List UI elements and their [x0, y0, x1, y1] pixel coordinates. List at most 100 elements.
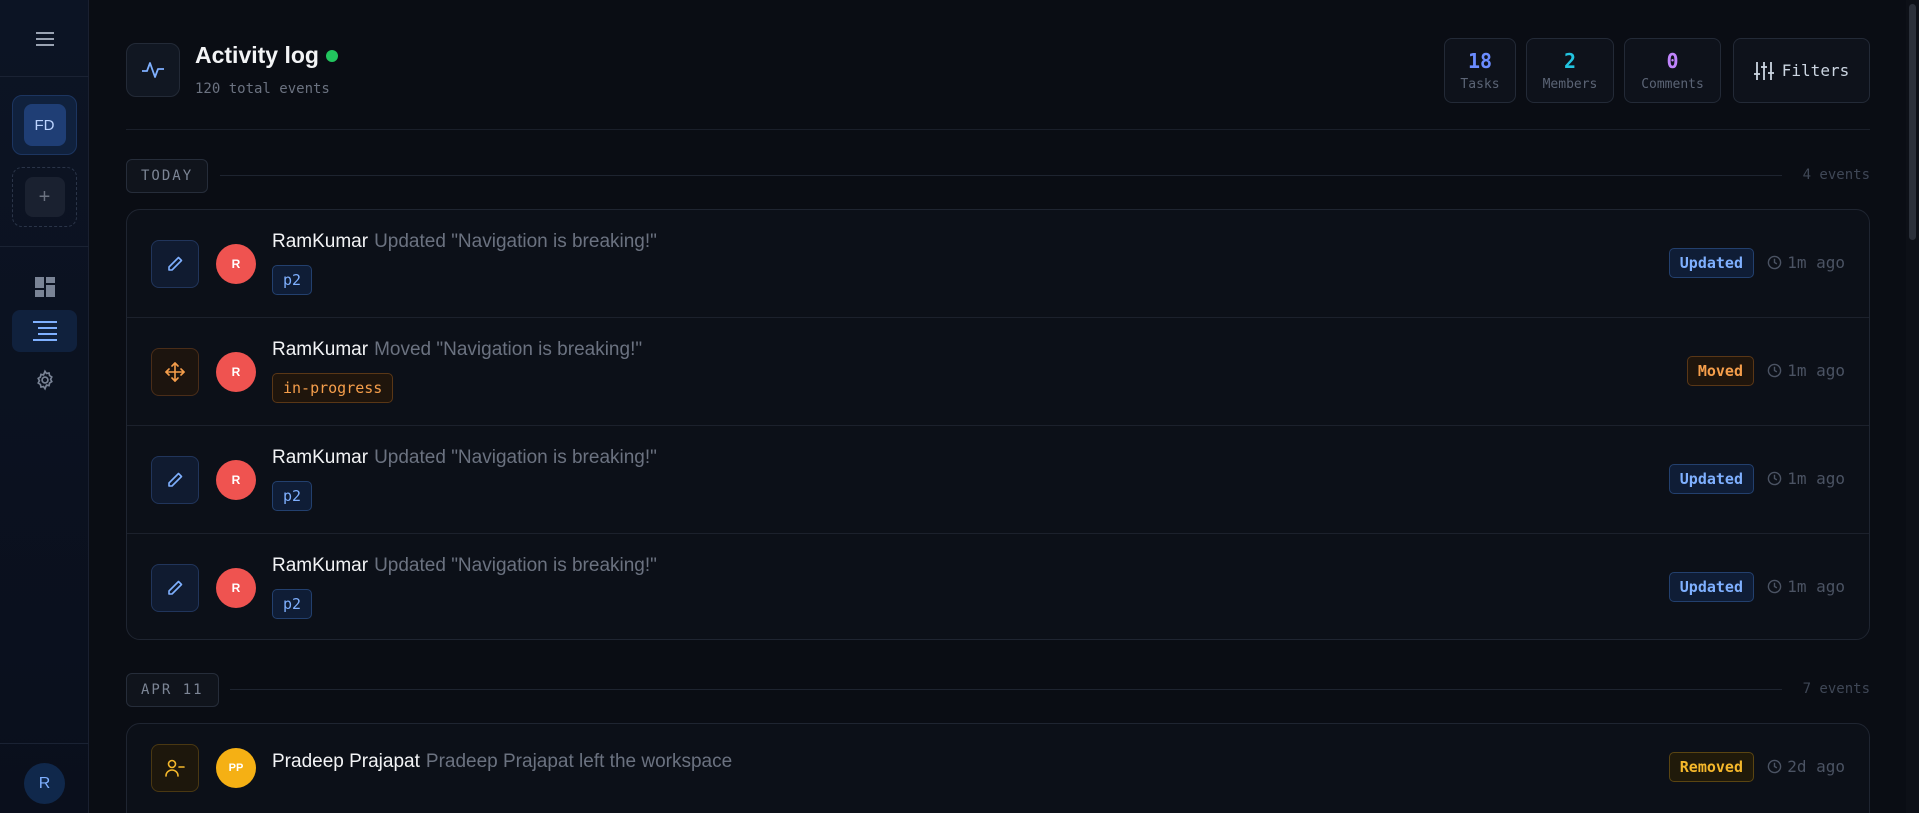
day-group-header: APR 11 7 events	[126, 673, 1870, 707]
page-title: Activity log	[195, 42, 319, 68]
event-user: RamKumar	[272, 555, 369, 576]
event-description: Pradeep Prajapat Pradeep Prajapat left th…	[272, 751, 732, 773]
event-row[interactable]: R RamKumar Moved "Navigation is breaking!…	[127, 318, 1869, 426]
day-label: APR 11	[126, 673, 219, 707]
page-scrollbar[interactable]	[1906, 0, 1919, 813]
time-label: 2d ago	[1787, 757, 1845, 776]
total-events-count: 120 total events	[195, 81, 330, 97]
sidebar: FD + R	[0, 0, 89, 813]
event-user: RamKumar	[272, 339, 369, 360]
event-user: Pradeep Prajapat	[272, 751, 420, 772]
workspace-fd-button[interactable]: FD	[12, 95, 77, 155]
event-description: RamKumar Updated "Navigation is breaking!…	[272, 447, 657, 469]
pencil-icon	[151, 456, 199, 504]
sidebar-divider	[0, 246, 89, 247]
event-user: RamKumar	[272, 231, 369, 252]
day-label: TODAY	[126, 159, 209, 193]
filters-label: Filters	[1781, 61, 1850, 80]
event-time: 1m ago	[1767, 577, 1845, 596]
filters-button[interactable]: Filters	[1733, 38, 1870, 103]
sidebar-divider	[0, 76, 89, 77]
event-time: 2d ago	[1767, 757, 1845, 776]
event-action: Updated "Navigation is breaking!"	[374, 555, 657, 576]
dashboard-icon	[34, 277, 55, 297]
stat-members[interactable]: 2 Members	[1526, 38, 1614, 103]
nav-dashboard[interactable]	[12, 266, 77, 308]
event-description: RamKumar Moved "Navigation is breaking!"	[272, 339, 642, 361]
gear-icon	[36, 369, 53, 391]
avatar: R	[216, 244, 256, 284]
stat-value: 0	[1666, 49, 1679, 73]
event-row[interactable]: R RamKumar Updated "Navigation is breakin…	[127, 210, 1869, 318]
event-action: Updated "Navigation is breaking!"	[374, 447, 657, 468]
clock-icon	[1767, 255, 1782, 270]
day-divider	[230, 689, 1782, 690]
day-event-count: 7 events	[1802, 681, 1870, 697]
status-badge: Updated	[1668, 572, 1754, 602]
event-user: RamKumar	[272, 447, 369, 468]
event-action: Updated "Navigation is breaking!"	[374, 231, 657, 252]
day-event-count: 4 events	[1802, 167, 1870, 183]
plus-icon: +	[24, 177, 65, 217]
clock-icon	[1767, 759, 1782, 774]
event-row[interactable]: PP Pradeep Prajapat Pradeep Prajapat left…	[127, 724, 1869, 813]
sliders-icon	[1753, 61, 1774, 80]
live-status-dot	[326, 50, 338, 62]
day-divider	[220, 175, 1782, 176]
activity-icon	[126, 43, 180, 97]
priority-tag[interactable]: p2	[272, 481, 313, 511]
move-icon	[151, 348, 199, 396]
stat-label: Tasks	[1460, 77, 1500, 92]
user-avatar-button[interactable]: R	[24, 763, 65, 804]
event-action: Moved "Navigation is breaking!"	[374, 339, 643, 360]
time-label: 1m ago	[1787, 361, 1845, 380]
menu-button[interactable]	[28, 22, 62, 56]
stat-comments[interactable]: 0 Comments	[1624, 38, 1721, 103]
sidebar-divider	[0, 743, 89, 744]
status-badge: Updated	[1668, 464, 1754, 494]
event-time: 1m ago	[1767, 253, 1845, 272]
nav-activity[interactable]	[12, 310, 77, 352]
stat-label: Members	[1542, 77, 1598, 92]
avatar: R	[216, 568, 256, 608]
status-tag[interactable]: in-progress	[272, 373, 394, 403]
avatar: R	[216, 460, 256, 500]
stat-value: 2	[1563, 49, 1577, 73]
stat-label: Comments	[1641, 77, 1704, 92]
event-description: RamKumar Updated "Navigation is breaking!…	[272, 231, 657, 253]
stat-tasks[interactable]: 18 Tasks	[1444, 38, 1516, 103]
clock-icon	[1767, 471, 1782, 486]
time-label: 1m ago	[1787, 469, 1845, 488]
avatar: PP	[216, 748, 256, 788]
event-time: 1m ago	[1767, 469, 1845, 488]
pencil-icon	[151, 564, 199, 612]
hamburger-icon	[36, 32, 54, 46]
event-list: R RamKumar Updated "Navigation is breakin…	[126, 209, 1870, 640]
clock-icon	[1767, 363, 1782, 378]
event-list: PP Pradeep Prajapat Pradeep Prajapat left…	[126, 723, 1870, 813]
event-row[interactable]: R RamKumar Updated "Navigation is breakin…	[127, 534, 1869, 639]
time-label: 1m ago	[1787, 577, 1845, 596]
event-description: RamKumar Updated "Navigation is breaking!…	[272, 555, 657, 577]
status-badge: Removed	[1668, 752, 1754, 782]
stat-value: 18	[1467, 49, 1493, 73]
priority-tag[interactable]: p2	[272, 265, 313, 295]
add-workspace-button[interactable]: +	[12, 167, 77, 227]
clock-icon	[1767, 579, 1782, 594]
page-header: Activity log 120 total events 18 Tasks 2…	[126, 38, 1870, 130]
scrollbar-thumb[interactable]	[1909, 4, 1916, 240]
user-minus-icon	[151, 744, 199, 792]
status-badge: Moved	[1686, 356, 1754, 386]
event-action: Pradeep Prajapat left the workspace	[425, 751, 733, 772]
event-time: 1m ago	[1767, 361, 1845, 380]
avatar: R	[216, 352, 256, 392]
event-row[interactable]: R RamKumar Updated "Navigation is breakin…	[127, 426, 1869, 534]
priority-tag[interactable]: p2	[272, 589, 313, 619]
day-group-header: TODAY 4 events	[126, 159, 1870, 193]
time-label: 1m ago	[1787, 253, 1845, 272]
list-icon	[32, 321, 57, 341]
nav-settings[interactable]	[12, 359, 77, 401]
workspace-initials: FD	[23, 104, 66, 146]
pencil-icon	[151, 240, 199, 288]
status-badge: Updated	[1668, 248, 1754, 278]
